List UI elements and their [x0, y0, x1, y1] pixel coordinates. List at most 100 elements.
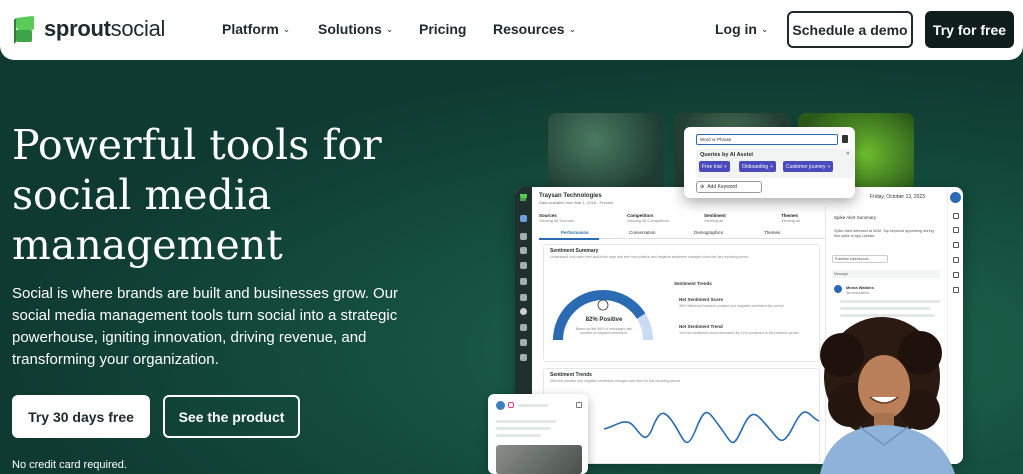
keyword-input[interactable]: Word or Phrase	[696, 134, 838, 145]
nav-resources-label: Resources	[493, 21, 565, 37]
gauge-caption: Based on the 96% of messages with positi…	[575, 327, 633, 335]
inbox-icon[interactable]	[520, 233, 527, 240]
net-score-text: 38% difference between positive and nega…	[679, 304, 784, 308]
alert-icon[interactable]	[953, 213, 959, 219]
nav-pricing[interactable]: Pricing	[419, 21, 466, 37]
sprout-social-logo[interactable]: sproutsocial	[12, 14, 165, 44]
close-icon[interactable]: ✕	[846, 151, 850, 157]
card-subtitle: Understand how users feel about this top…	[550, 255, 750, 259]
keyword-query-popup: Word or Phrase Queries by AI Assist ✕ Fr…	[684, 127, 855, 198]
hero-headline: Powerful tools for social media manageme…	[12, 121, 382, 269]
no-credit-card-note: No credit card required.	[12, 459, 127, 471]
filter-value: Viewing all	[704, 218, 724, 223]
author-name: Minna Watkins	[846, 285, 874, 290]
dashboard-date: Friday, October 13, 2023	[870, 194, 925, 200]
nav-pricing-label: Pricing	[419, 21, 467, 37]
link-icon[interactable]	[953, 242, 959, 248]
chip-onboarding[interactable]: Onboarding +	[739, 161, 777, 172]
filter-value: Viewing All Competitors	[627, 218, 669, 223]
chip-label: Customer journey	[786, 163, 826, 170]
avatar	[496, 401, 505, 410]
filter-themes[interactable]: Themes Viewing all	[781, 213, 800, 223]
listening-icon[interactable]	[520, 308, 527, 315]
active-tab-indicator	[539, 238, 599, 240]
card-subtitle: View the positive and negative sentiment…	[550, 379, 681, 383]
grid-icon[interactable]	[953, 287, 959, 293]
try-for-free-button[interactable]: Try for free	[925, 11, 1014, 48]
compose-button[interactable]	[950, 192, 961, 203]
nav-solutions-label: Solutions	[318, 21, 382, 37]
plus-circle-icon: ⊕	[700, 184, 705, 190]
net-trend-label: Net Sentiment Trend	[679, 324, 723, 329]
nav-platform[interactable]: Platform ⌄	[222, 21, 290, 37]
sprout-leaf-icon	[14, 16, 34, 44]
logo-wordmark: sproutsocial	[44, 16, 166, 41]
chevron-down-icon: ⌄	[568, 23, 577, 34]
plus-icon: +	[723, 163, 727, 170]
chip-label: Free trial	[702, 163, 722, 170]
folder-icon[interactable]	[520, 215, 527, 222]
post-image	[496, 445, 582, 474]
chevron-down-icon: ⌄	[282, 23, 291, 34]
top-navigation: sproutsocial Platform ⌄ Solutions ⌄ Pricin…	[0, 0, 1023, 60]
eye-icon[interactable]	[520, 339, 527, 346]
compose-icon[interactable]	[520, 247, 527, 254]
filter-sentiment[interactable]: Sentiment Viewing all	[704, 213, 726, 223]
add-keyword-button[interactable]: ⊕ Add Keyword	[696, 181, 762, 193]
nav-login[interactable]: Log in ⌄	[715, 21, 769, 37]
tab-performance[interactable]: Performance	[561, 230, 589, 235]
send-icon[interactable]	[520, 294, 527, 301]
trash-icon[interactable]	[842, 135, 848, 143]
chip-free-trial[interactable]: Free trial +	[699, 161, 730, 172]
chip-customer-journey[interactable]: Customer journey +	[783, 161, 834, 172]
text-placeholder	[840, 307, 930, 310]
message-icon[interactable]	[953, 227, 959, 233]
impressions-select[interactable]: Potential Impressions	[832, 255, 888, 263]
text-placeholder	[840, 300, 940, 303]
tab-conversation[interactable]: Conversation	[629, 230, 656, 235]
chevron-down-icon: ⌄	[385, 23, 394, 34]
add-icon[interactable]	[953, 257, 959, 263]
plus-icon: +	[770, 163, 774, 170]
author-handle: @minnawatkins	[846, 291, 870, 295]
gauge-value: 82% Positive	[585, 317, 623, 323]
schedule-demo-button[interactable]: Schedule a demo	[787, 11, 913, 48]
nav-solutions[interactable]: Solutions ⌄	[318, 21, 393, 37]
tab-themes[interactable]: Themes	[764, 230, 780, 235]
ai-assist-box: Queries by AI Assist ✕ Free trial + Onboa…	[696, 149, 854, 178]
card-title: Sentiment Summary	[550, 248, 599, 254]
list-icon[interactable]	[520, 278, 527, 285]
add-keyword-label: Add Keyword	[707, 184, 737, 190]
text-placeholder	[518, 404, 548, 407]
filter-value: Viewing all	[781, 218, 801, 223]
company-subtitle: Data available from Mar 1, 2018 - Presen…	[539, 200, 614, 205]
trends-label: Sentiment Trends	[674, 281, 712, 286]
nav-platform-label: Platform	[222, 21, 279, 37]
chip-label: Onboarding	[742, 163, 769, 170]
instagram-icon	[508, 402, 514, 408]
panel-title: Spike Alert Summary	[834, 215, 877, 220]
chevron-down-icon: ⌄	[761, 23, 769, 34]
try-30-days-button[interactable]: Try 30 days free	[12, 395, 150, 438]
text-placeholder	[496, 420, 556, 423]
message-header: Message	[832, 270, 940, 278]
avatar	[834, 285, 842, 293]
see-product-button[interactable]: See the product	[163, 395, 300, 438]
net-score-label: Net Sentiment Score	[679, 297, 724, 302]
nav-resources[interactable]: Resources ⌄	[493, 21, 576, 37]
filter-sources[interactable]: Sources Viewing All Sources	[539, 213, 574, 223]
card-title: Sentiment Trends	[550, 372, 592, 378]
sprout-leaf-icon	[520, 194, 527, 201]
plus-icon: +	[827, 163, 831, 170]
filter-competitors[interactable]: Competitors Viewing All Competitors	[627, 213, 669, 223]
help-icon[interactable]	[953, 272, 959, 278]
nav-login-label: Log in	[715, 21, 757, 37]
social-post-card	[488, 394, 588, 474]
bot-icon[interactable]	[520, 354, 527, 361]
tab-demographics[interactable]: Demographics	[694, 230, 723, 235]
panel-text: Spike Alert detected at 9AM. Top keyword…	[834, 229, 934, 238]
company-name: Traysan Technologies	[539, 193, 602, 199]
reports-icon[interactable]	[520, 324, 527, 331]
smiling-woman-photo	[820, 317, 955, 474]
pin-icon[interactable]	[520, 262, 527, 269]
